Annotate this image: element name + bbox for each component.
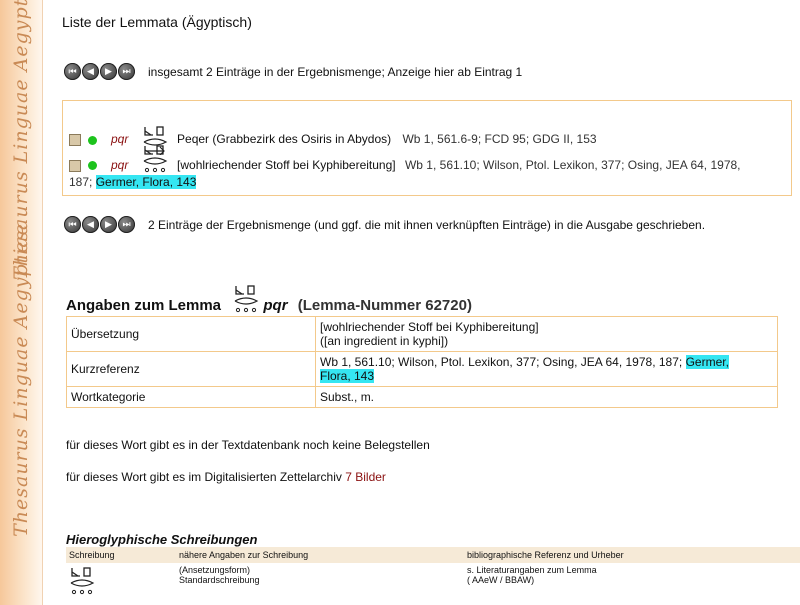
uebersetzung-value: [wohlriechender Stoff bei Kyphibereitung… xyxy=(315,316,778,352)
result-list: pqr Peqer (Grabbezirk des Osiris in Abyd… xyxy=(62,100,792,196)
column-header: Schreibung xyxy=(66,547,176,563)
belegstellen-info: für dieses Wort gibt es in der Textdaten… xyxy=(66,438,430,452)
previous-page-button[interactable]: ◀ xyxy=(82,216,99,233)
column-header: nähere Angaben zur Schreibung xyxy=(176,547,464,563)
select-checkbox[interactable] xyxy=(69,159,81,172)
hieroglyph-icon xyxy=(143,145,167,172)
result-summary: insgesamt 2 Einträge in der Ergebnismeng… xyxy=(148,64,523,79)
lemma-heading: Angaben zum Lemma pqr (Lemma-Nummer 6272… xyxy=(66,284,472,314)
pagination-bottom: ⏮ ◀ ▶ ⏭ 2 Einträge der Ergebnismenge (un… xyxy=(64,216,705,233)
transliteration: pqr xyxy=(111,158,129,172)
wortkategorie-value: Subst., m. xyxy=(315,386,778,408)
table-header-row: Schreibung nähere Angaben zur Schreibung… xyxy=(66,547,800,563)
hiero-table: Schreibung nähere Angaben zur Schreibung… xyxy=(66,547,800,601)
lemma-name[interactable]: Peqer (Grabbezirk des Osiris in Abydos) xyxy=(177,132,391,146)
bibliographic-ref-cont: 187; xyxy=(69,174,93,189)
next-page-button[interactable]: ▶ xyxy=(100,63,117,80)
pagination-top: ⏮ ◀ ▶ ⏭ insgesamt 2 Einträge in der Erge… xyxy=(64,63,522,80)
status-dot-icon xyxy=(88,161,97,171)
lemma-table: Übersetzung [wohlriechender Stoff bei Ky… xyxy=(66,316,778,408)
first-page-button[interactable]: ⏮ xyxy=(64,63,81,80)
transliteration: pqr xyxy=(111,132,129,147)
highlighted-ref: Germer, Flora, 143 xyxy=(95,174,197,189)
uebersetzung-label: Übersetzung xyxy=(66,316,316,352)
page-title: Liste der Lemmata (Ägyptisch) xyxy=(62,14,252,30)
last-page-button[interactable]: ⏭ xyxy=(118,63,135,80)
hiero-section-title: Hieroglyphische Schreibungen xyxy=(66,532,258,547)
select-checkbox[interactable] xyxy=(69,134,81,146)
reference-cell: s. Literaturangaben zum Lemma( AAeW / BB… xyxy=(467,565,597,585)
column-header: bibliographische Referenz und Urheber xyxy=(464,547,800,563)
bibliographic-ref: Wb 1, 561.6-9; FCD 95; GDG II, 153 xyxy=(402,132,597,147)
lemma-name[interactable]: [wohlriechender Stoff bei Kyphibereitung… xyxy=(177,158,396,172)
next-page-button[interactable]: ▶ xyxy=(100,216,117,233)
wortkategorie-label: Wortkategorie xyxy=(66,386,316,408)
table-row: (Ansetzungsform) Standardschreibung s. Li… xyxy=(66,563,800,601)
detail-cell: (Ansetzungsform) Standardschreibung xyxy=(179,565,260,585)
first-page-button[interactable]: ⏮ xyxy=(64,216,81,233)
hieroglyph-icon xyxy=(70,567,95,595)
bibliographic-ref: Wb 1, 561.10; Wilson, Ptol. Lexikon, 377… xyxy=(404,158,741,172)
brand-logo-bottom: Thesaurus Linguae Aegyptiae xyxy=(10,223,33,537)
table-row: Wortkategorie Subst., m. xyxy=(66,386,778,408)
lemma-translit: pqr xyxy=(263,297,288,314)
lemma-number: (Lemma-Nummer 62720) xyxy=(297,297,472,314)
table-row: Kurzreferenz Wb 1, 561.10; Wilson, Ptol.… xyxy=(66,351,778,387)
status-dot-icon xyxy=(88,135,97,145)
previous-page-button[interactable]: ◀ xyxy=(82,63,99,80)
export-summary: 2 Einträge der Ergebnismenge (und ggf. d… xyxy=(148,217,706,232)
table-row: Übersetzung [wohlriechender Stoff bei Ky… xyxy=(66,316,778,352)
list-item: pqr [wohlriechender Stoff bei Kyphiberei… xyxy=(69,145,785,190)
last-page-button[interactable]: ⏭ xyxy=(118,216,135,233)
kurzreferenz-value: Wb 1, 561.10; Wilson, Ptol. Lexikon, 377… xyxy=(315,351,778,387)
hieroglyph-icon xyxy=(234,285,259,313)
brand-logo-top: Thesaurus Linguae Aegyptiae xyxy=(10,0,33,280)
schreibung-cell xyxy=(66,563,176,601)
sidebar: Thesaurus Linguae Aegyptiae Thesaurus Li… xyxy=(0,0,43,605)
kurzreferenz-label: Kurzreferenz xyxy=(66,351,316,387)
bilder-link[interactable]: 7 Bilder xyxy=(345,470,386,484)
zettelarchiv-info: für dieses Wort gibt es im Digitalisiert… xyxy=(66,470,386,484)
